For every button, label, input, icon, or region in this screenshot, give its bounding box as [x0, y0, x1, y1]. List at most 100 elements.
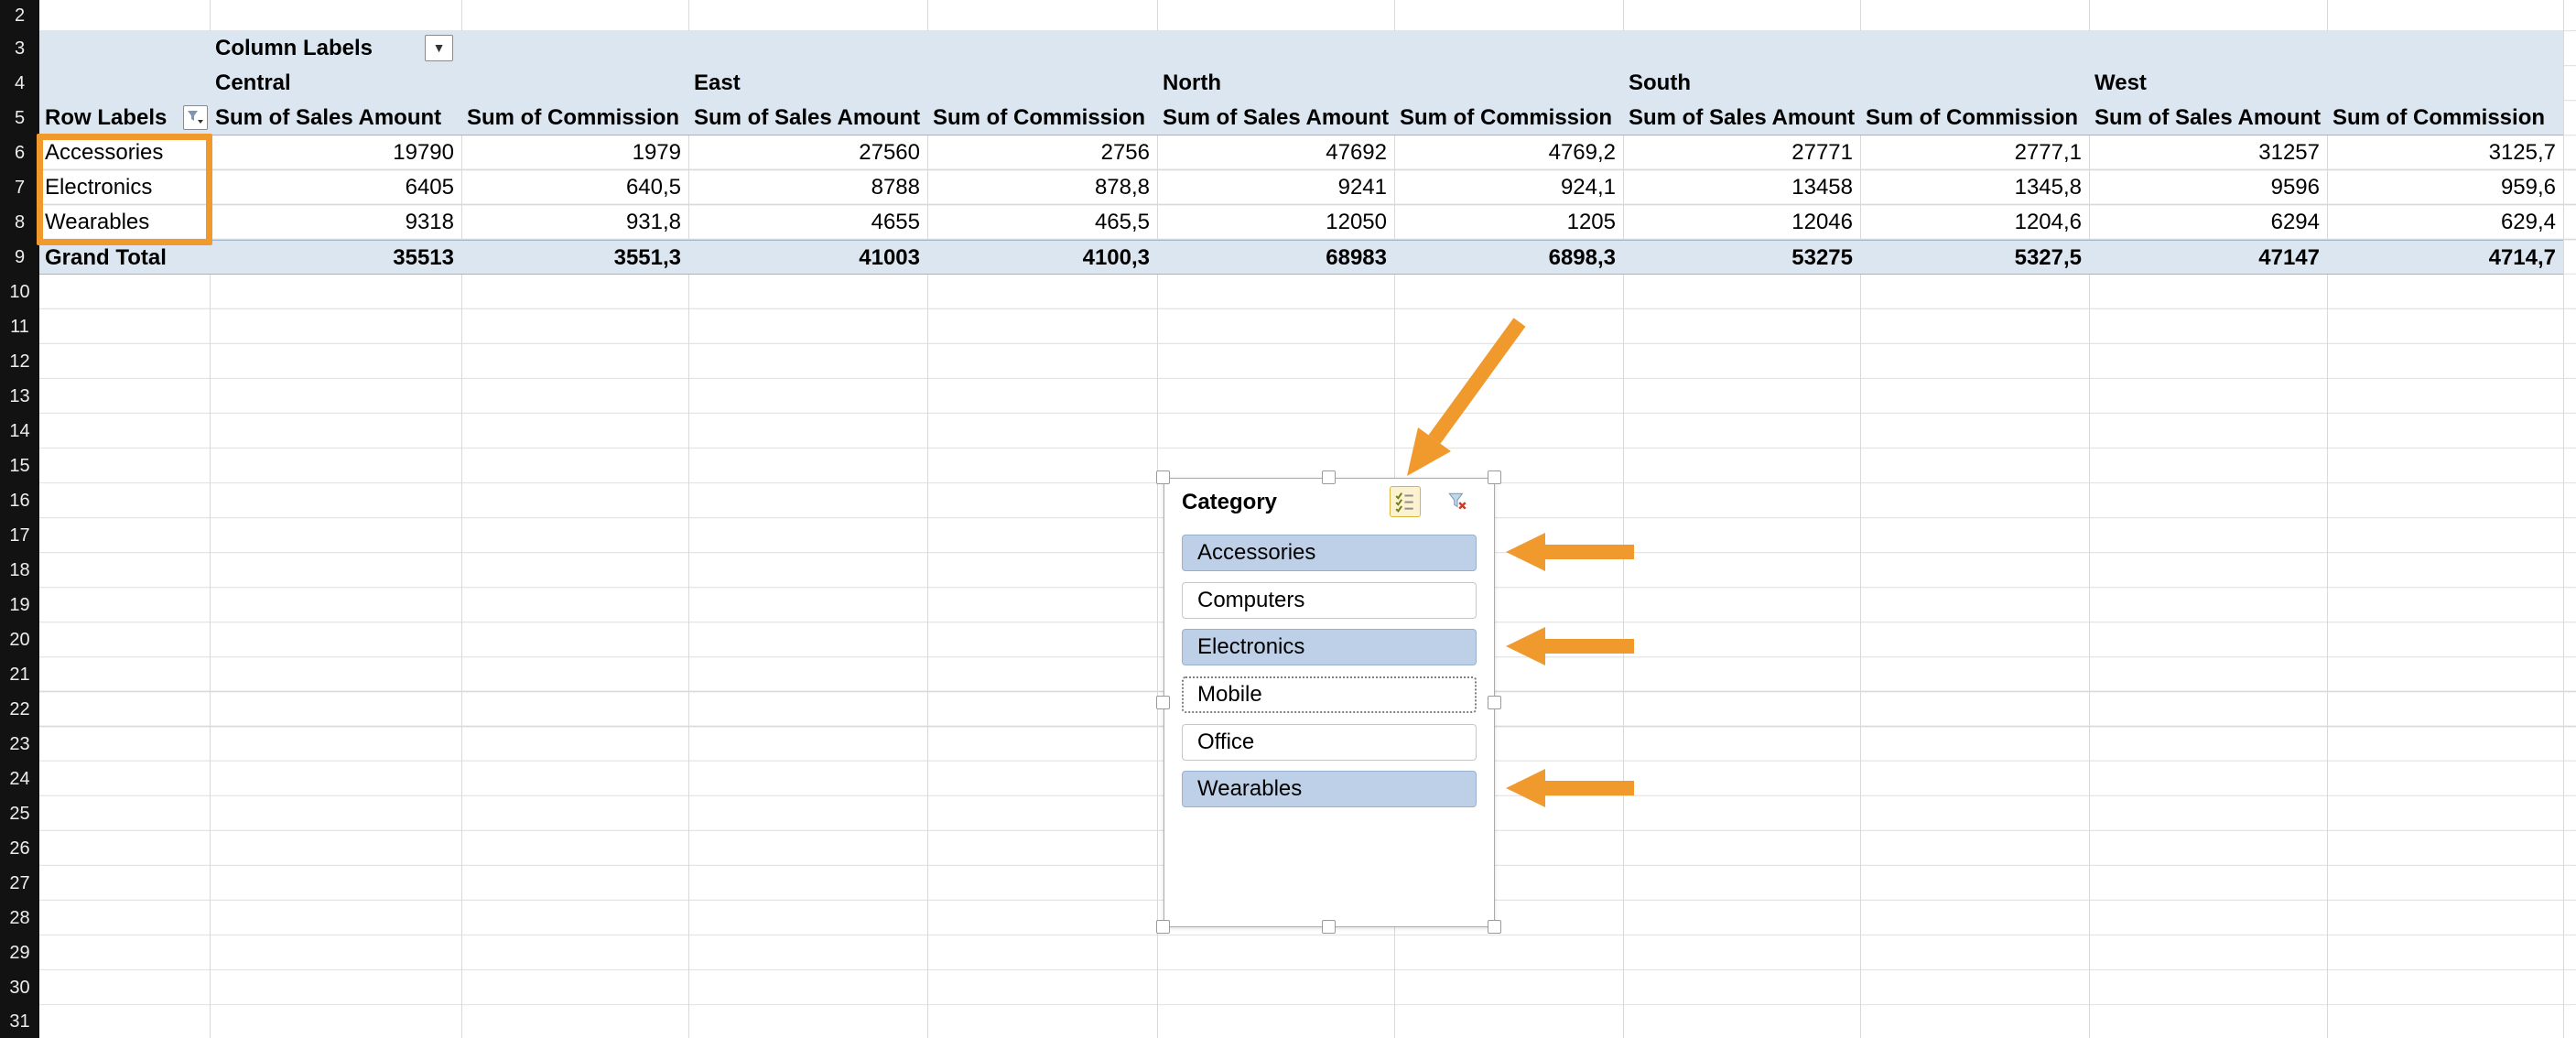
- slicer-item-electronics[interactable]: Electronics: [1182, 629, 1477, 665]
- pivot-value-cell[interactable]: 931,8: [461, 205, 688, 240]
- pivot-value-header[interactable]: Sum of Commission: [1860, 101, 2089, 135]
- row-number[interactable]: 10: [0, 275, 39, 309]
- row-number[interactable]: 5: [0, 101, 39, 135]
- pivot-grand-total-cell[interactable]: 68983: [1157, 241, 1394, 276]
- pivot-value-cell[interactable]: 465,5: [927, 205, 1157, 240]
- row-number[interactable]: 31: [0, 1005, 39, 1038]
- slicer-item-computers[interactable]: Computers: [1182, 582, 1477, 619]
- pivot-grand-total-cell[interactable]: 6898,3: [1394, 241, 1623, 276]
- pivot-region-header[interactable]: West: [2089, 66, 2327, 101]
- pivot-value-cell[interactable]: 6294: [2089, 205, 2327, 240]
- row-number[interactable]: 28: [0, 901, 39, 935]
- pivot-grand-total-cell[interactable]: 5327,5: [1860, 241, 2089, 276]
- row-number[interactable]: 30: [0, 970, 39, 1005]
- pivot-value-header[interactable]: Sum of Sales Amount: [1623, 101, 1860, 135]
- pivot-region-header[interactable]: South: [1623, 66, 1860, 101]
- pivot-grand-total-cell[interactable]: 41003: [688, 241, 927, 276]
- category-slicer[interactable]: Category Accessories Computers Electroni…: [1164, 478, 1495, 927]
- slicer-resize-handle-middle-right[interactable]: [1488, 696, 1501, 709]
- row-number[interactable]: 4: [0, 66, 39, 101]
- row-number[interactable]: 27: [0, 866, 39, 901]
- slicer-item-wearables[interactable]: Wearables: [1182, 771, 1477, 807]
- pivot-value-cell[interactable]: 8788: [688, 170, 927, 205]
- pivot-region-header[interactable]: Central: [210, 66, 461, 101]
- pivot-value-cell[interactable]: 12050: [1157, 205, 1394, 240]
- pivot-value-cell[interactable]: 13458: [1623, 170, 1860, 205]
- slicer-resize-handle-bottom-middle[interactable]: [1322, 920, 1336, 934]
- row-number[interactable]: 14: [0, 414, 39, 449]
- row-number[interactable]: 9: [0, 240, 39, 275]
- pivot-value-header[interactable]: Sum of Sales Amount: [2089, 101, 2327, 135]
- pivot-region-header[interactable]: East: [688, 66, 927, 101]
- row-number[interactable]: 6: [0, 135, 39, 170]
- row-number[interactable]: 12: [0, 344, 39, 379]
- pivot-value-cell[interactable]: 1979: [461, 135, 688, 170]
- pivot-value-cell[interactable]: 1204,6: [1860, 205, 2089, 240]
- pivot-value-cell[interactable]: 9318: [210, 205, 461, 240]
- row-number[interactable]: 22: [0, 692, 39, 727]
- pivot-value-cell[interactable]: 629,4: [2327, 205, 2563, 240]
- row-number[interactable]: 15: [0, 449, 39, 483]
- row-number[interactable]: 25: [0, 796, 39, 831]
- slicer-resize-handle-middle-left[interactable]: [1156, 696, 1170, 709]
- pivot-value-cell[interactable]: 2777,1: [1860, 135, 2089, 170]
- slicer-item-mobile[interactable]: Mobile: [1182, 676, 1477, 713]
- pivot-value-cell[interactable]: 9596: [2089, 170, 2327, 205]
- row-number[interactable]: 17: [0, 518, 39, 553]
- pivot-value-cell[interactable]: 12046: [1623, 205, 1860, 240]
- pivot-column-labels-cell[interactable]: Column Labels: [210, 31, 461, 66]
- pivot-grand-total-cell[interactable]: 47147: [2089, 241, 2327, 276]
- pivot-value-cell[interactable]: 4655: [688, 205, 927, 240]
- row-number[interactable]: 19: [0, 588, 39, 622]
- slicer-item-accessories[interactable]: Accessories: [1182, 535, 1477, 571]
- pivot-region-header[interactable]: North: [1157, 66, 1394, 101]
- pivot-value-cell[interactable]: 6405: [210, 170, 461, 205]
- row-number[interactable]: 7: [0, 170, 39, 205]
- pivot-value-cell[interactable]: 1205: [1394, 205, 1623, 240]
- slicer-resize-handle-top-left[interactable]: [1156, 470, 1170, 484]
- row-labels-filter-button[interactable]: [183, 105, 208, 130]
- pivot-grand-total-cell[interactable]: 53275: [1623, 241, 1860, 276]
- pivot-grand-total-cell[interactable]: 4714,7: [2327, 241, 2563, 276]
- slicer-resize-handle-top-middle[interactable]: [1322, 470, 1336, 484]
- row-number[interactable]: 23: [0, 727, 39, 762]
- pivot-value-header[interactable]: Sum of Sales Amount: [210, 101, 461, 135]
- pivot-value-header[interactable]: Sum of Commission: [2327, 101, 2563, 135]
- column-labels-dropdown-button[interactable]: ▼: [425, 35, 453, 61]
- pivot-value-header[interactable]: Sum of Sales Amount: [688, 101, 927, 135]
- pivot-value-header[interactable]: Sum of Sales Amount: [1157, 101, 1394, 135]
- row-number[interactable]: 8: [0, 205, 39, 240]
- pivot-value-cell[interactable]: 2756: [927, 135, 1157, 170]
- pivot-value-header[interactable]: Sum of Commission: [927, 101, 1157, 135]
- slicer-item-office[interactable]: Office: [1182, 724, 1477, 761]
- pivot-grand-total-cell[interactable]: 3551,3: [461, 241, 688, 276]
- pivot-value-cell[interactable]: 9241: [1157, 170, 1394, 205]
- pivot-value-cell[interactable]: 4769,2: [1394, 135, 1623, 170]
- row-number[interactable]: 20: [0, 622, 39, 657]
- row-number[interactable]: 13: [0, 379, 39, 414]
- row-number[interactable]: 21: [0, 657, 39, 692]
- row-number[interactable]: 18: [0, 553, 39, 588]
- pivot-value-cell[interactable]: 27771: [1623, 135, 1860, 170]
- pivot-grand-total-label[interactable]: Grand Total: [39, 241, 210, 276]
- pivot-value-header[interactable]: Sum of Commission: [1394, 101, 1623, 135]
- slicer-resize-handle-bottom-left[interactable]: [1156, 920, 1170, 934]
- row-number[interactable]: 29: [0, 935, 39, 970]
- row-number[interactable]: 24: [0, 762, 39, 796]
- pivot-value-cell[interactable]: 31257: [2089, 135, 2327, 170]
- slicer-resize-handle-bottom-right[interactable]: [1488, 920, 1501, 934]
- slicer-clear-filter-button[interactable]: [1442, 486, 1473, 517]
- pivot-value-cell[interactable]: 19790: [210, 135, 461, 170]
- pivot-value-cell[interactable]: 959,6: [2327, 170, 2563, 205]
- pivot-grand-total-cell[interactable]: 4100,3: [927, 241, 1157, 276]
- row-number[interactable]: 16: [0, 483, 39, 518]
- row-number[interactable]: 3: [0, 31, 39, 66]
- slicer-resize-handle-top-right[interactable]: [1488, 470, 1501, 484]
- pivot-value-cell[interactable]: 640,5: [461, 170, 688, 205]
- pivot-value-cell[interactable]: 924,1: [1394, 170, 1623, 205]
- slicer-multi-select-button[interactable]: [1390, 486, 1421, 517]
- pivot-grand-total-cell[interactable]: 35513: [210, 241, 461, 276]
- pivot-value-header[interactable]: Sum of Commission: [461, 101, 688, 135]
- row-number[interactable]: 11: [0, 309, 39, 344]
- pivot-value-cell[interactable]: 3125,7: [2327, 135, 2563, 170]
